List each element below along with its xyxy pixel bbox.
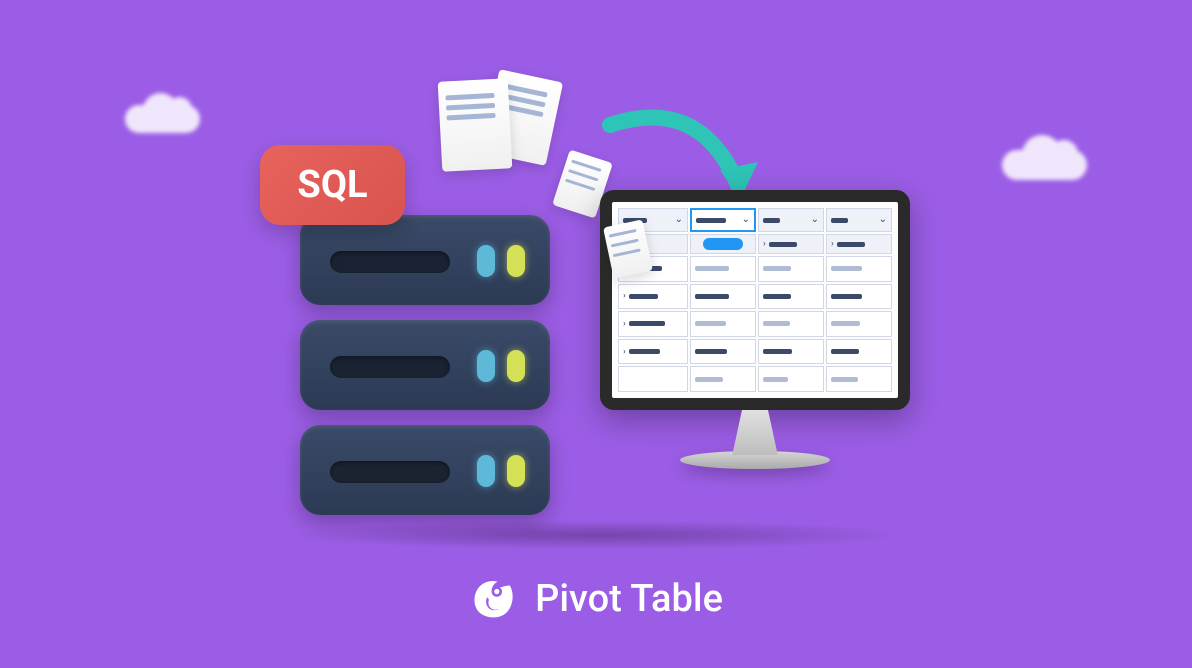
cloud-icon <box>125 105 200 133</box>
pivot-data-cell <box>758 339 824 365</box>
server-status-light-blue <box>477 455 495 487</box>
server-slot <box>330 251 450 273</box>
pivot-row-header[interactable] <box>618 311 688 337</box>
pivot-data-cell <box>690 284 756 310</box>
footer: Pivot Table <box>469 575 723 623</box>
pivot-value-field-dropdown[interactable] <box>826 208 892 232</box>
pivot-column-field-dropdown[interactable] <box>690 208 756 232</box>
pivot-data-cell <box>690 339 756 365</box>
pivot-column-header[interactable] <box>826 234 892 254</box>
database-server-stack <box>300 215 550 530</box>
server-slot <box>330 356 450 378</box>
pivot-data-cell <box>826 311 892 337</box>
monitor-stand <box>723 410 788 455</box>
pivot-row-header[interactable] <box>618 339 688 365</box>
pivot-row-header <box>618 366 688 392</box>
pivot-data-cell <box>758 311 824 337</box>
pivot-data-cell <box>758 366 824 392</box>
server-status-light-blue <box>477 245 495 277</box>
pivot-data-cell <box>690 256 756 282</box>
server-status-light-yellow <box>507 350 525 382</box>
footer-title: Pivot Table <box>535 577 723 621</box>
blazor-logo-icon <box>469 575 517 623</box>
selected-chip <box>703 238 742 250</box>
server-status-light-yellow <box>507 455 525 487</box>
pivot-data-cell <box>826 284 892 310</box>
document-icon <box>438 78 513 172</box>
pivot-data-cell <box>826 339 892 365</box>
monitor-screen <box>600 190 910 410</box>
pivot-table <box>618 208 892 392</box>
pivot-data-cell <box>826 366 892 392</box>
server-unit <box>300 425 550 515</box>
pivot-data-cell <box>758 256 824 282</box>
server-unit <box>300 320 550 410</box>
monitor <box>600 190 910 469</box>
server-status-light-yellow <box>507 245 525 277</box>
sql-badge-label: SQL <box>297 163 367 207</box>
server-status-light-blue <box>477 350 495 382</box>
pivot-data-cell <box>758 284 824 310</box>
server-unit <box>300 215 550 305</box>
pivot-data-cell <box>826 256 892 282</box>
pivot-column-header[interactable] <box>758 234 824 254</box>
sql-badge: SQL <box>260 145 405 225</box>
cloud-icon <box>1002 150 1087 180</box>
pivot-data-cell <box>690 311 756 337</box>
pivot-column-header <box>690 234 756 254</box>
pivot-value-field-dropdown[interactable] <box>758 208 824 232</box>
pivot-data-cell <box>690 366 756 392</box>
pivot-row-header[interactable] <box>618 284 688 310</box>
server-slot <box>330 461 450 483</box>
